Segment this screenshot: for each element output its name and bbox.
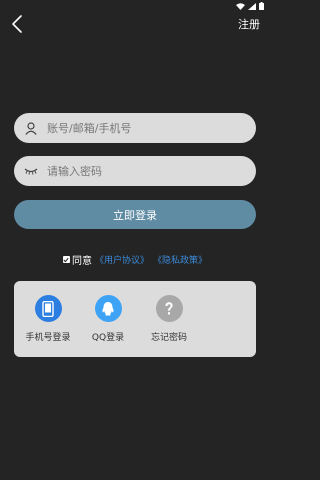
forgot-password-option[interactable]: 忘记密码 (139, 295, 199, 343)
agreement-row: 同意 《用户协议》 《隐私政策》 (0, 252, 270, 267)
qq-login-label: QQ登录 (91, 333, 125, 343)
qq-icon (94, 295, 122, 322)
agree-label: 同意 (71, 256, 92, 267)
password-input[interactable] (47, 164, 237, 178)
account-field[interactable] (14, 113, 256, 143)
wifi-icon (236, 2, 245, 10)
login-screen: 注册 立即登录 同意 《用户协议》 (0, 0, 270, 480)
forgot-password-label: 忘记密码 (150, 333, 187, 343)
password-field[interactable] (14, 156, 256, 186)
user-agreement-link[interactable]: 《用户协议》 (95, 253, 149, 266)
question-icon (155, 295, 183, 322)
phone-login-label: 手机号登录 (25, 333, 71, 343)
status-icons (236, 2, 264, 10)
check-icon (63, 257, 70, 262)
battery-icon (259, 2, 264, 10)
login-button[interactable]: 立即登录 (14, 200, 256, 229)
closed-eye-icon (24, 164, 38, 178)
status-bar (0, 0, 270, 12)
back-button[interactable] (8, 14, 28, 34)
phone-login-option[interactable]: 手机号登录 (18, 295, 78, 343)
other-login-panel: 手机号登录 QQ登录 忘记密码 (14, 281, 256, 357)
agree-checkbox[interactable] (62, 256, 70, 263)
signal-icon (248, 2, 256, 10)
chevron-left-icon (12, 15, 22, 33)
user-icon (24, 121, 38, 135)
privacy-policy-link[interactable]: 《隐私政策》 (153, 253, 207, 266)
account-input[interactable] (47, 121, 237, 135)
qq-login-option[interactable]: QQ登录 (78, 295, 138, 343)
phone-icon (34, 295, 62, 322)
register-link[interactable]: 注册 (238, 16, 260, 32)
